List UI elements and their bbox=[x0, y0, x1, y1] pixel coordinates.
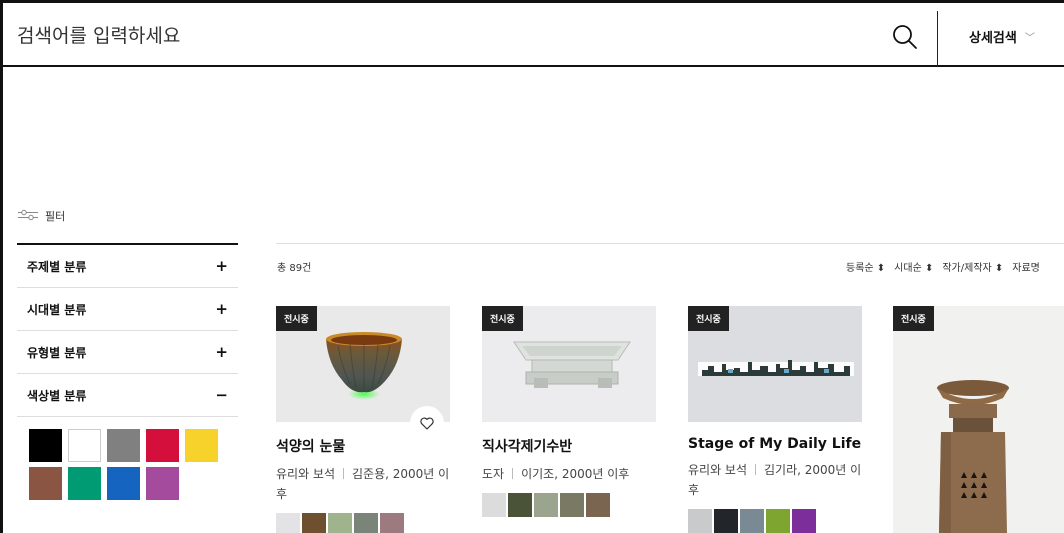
collapse-icon: − bbox=[215, 386, 228, 404]
artwork-color-chips bbox=[482, 493, 656, 517]
filter-sliders-icon bbox=[17, 209, 39, 224]
color-chip[interactable] bbox=[714, 509, 738, 533]
category-type[interactable]: 유형별 분류 + bbox=[17, 331, 238, 374]
filter-label: 필터 bbox=[45, 210, 66, 223]
on-display-badge: 전시중 bbox=[482, 306, 523, 331]
expand-icon: + bbox=[215, 343, 228, 361]
header-divider bbox=[937, 11, 938, 67]
results-divider bbox=[276, 243, 1064, 244]
artwork-title[interactable]: 직사각제기수반 bbox=[482, 436, 656, 456]
sort-options: 등록순 ⬍ 시대순 ⬍ 작가/제작자 ⬍ 자료명 bbox=[846, 259, 1040, 274]
artwork-meta: 유리와 보석 김준용, 2000년 이후 bbox=[276, 464, 450, 504]
category-subject[interactable]: 주제별 분류 + bbox=[17, 245, 238, 288]
sort-artist[interactable]: 작가/제작자 ⬍ bbox=[942, 259, 1003, 274]
color-chip[interactable] bbox=[276, 513, 300, 533]
artwork-card: 전시중 석양의 눈물 유리와 보석 김준용, 2000년 이후 bbox=[276, 306, 450, 533]
heart-icon[interactable] bbox=[410, 406, 444, 440]
filter-toggle[interactable]: 필터 bbox=[17, 208, 65, 224]
color-chip[interactable] bbox=[302, 513, 326, 533]
meta-divider bbox=[755, 464, 757, 475]
color-chip[interactable] bbox=[380, 513, 404, 533]
color-swatch[interactable] bbox=[29, 429, 62, 462]
color-swatch[interactable] bbox=[107, 467, 140, 500]
artwork-color-chips bbox=[688, 509, 862, 533]
artwork-image[interactable]: 전시중 bbox=[688, 306, 862, 422]
on-display-badge: 전시중 bbox=[893, 306, 934, 331]
sort-title[interactable]: 자료명 bbox=[1012, 259, 1040, 274]
color-swatch-grid bbox=[17, 417, 238, 500]
color-chip[interactable] bbox=[586, 493, 610, 517]
color-chip[interactable] bbox=[688, 509, 712, 533]
color-swatch[interactable] bbox=[68, 429, 101, 462]
artwork-image bbox=[937, 380, 1009, 533]
artwork-meta: 유리와 보석 김기라, 2000년 이후 bbox=[688, 460, 862, 500]
artwork-color-chips bbox=[276, 513, 450, 533]
color-swatch[interactable] bbox=[146, 429, 179, 462]
color-chip[interactable] bbox=[508, 493, 532, 517]
artwork-image[interactable]: 전시중 bbox=[482, 306, 656, 422]
meta-divider bbox=[512, 468, 514, 479]
color-swatch[interactable] bbox=[107, 429, 140, 462]
search-input[interactable] bbox=[17, 21, 867, 51]
color-chip[interactable] bbox=[560, 493, 584, 517]
category-sidebar: 주제별 분류 + 시대별 분류 + 유형별 분류 + 색상별 분류 − bbox=[17, 243, 238, 500]
color-swatch[interactable] bbox=[68, 467, 101, 500]
artwork-card[interactable]: 전시중 bbox=[893, 306, 1064, 533]
on-display-badge: 전시중 bbox=[276, 306, 317, 331]
color-swatch[interactable] bbox=[185, 429, 218, 462]
search-bar: 상세검색 ﹀ bbox=[3, 3, 1064, 67]
artwork-meta: 도자 이기조, 2000년 이후 bbox=[482, 464, 656, 484]
color-chip[interactable] bbox=[328, 513, 352, 533]
category-label: 시대별 분류 bbox=[27, 302, 87, 317]
artwork-card: 전시중 Stage of My Daily Life 유리와 보석 김기라, 20… bbox=[688, 306, 862, 533]
category-period[interactable]: 시대별 분류 + bbox=[17, 288, 238, 331]
color-chip[interactable] bbox=[792, 509, 816, 533]
detail-search-label: 상세검색 bbox=[969, 31, 1017, 46]
category-label: 색상별 분류 bbox=[27, 388, 87, 403]
color-chip[interactable] bbox=[534, 493, 558, 517]
category-label: 유형별 분류 bbox=[27, 345, 87, 360]
artwork-artist-period: 이기조, 2000년 이후 bbox=[521, 467, 630, 481]
category-color[interactable]: 색상별 분류 − bbox=[17, 374, 238, 417]
artwork-category: 유리와 보석 bbox=[688, 463, 748, 477]
color-chip[interactable] bbox=[740, 509, 764, 533]
expand-icon: + bbox=[215, 257, 228, 275]
color-chip[interactable] bbox=[766, 509, 790, 533]
artwork-card: 전시중 직사각제기수반 도자 이기조, 2000년 이후 bbox=[482, 306, 656, 517]
color-swatch[interactable] bbox=[146, 467, 179, 500]
color-chip[interactable] bbox=[482, 493, 506, 517]
artwork-title[interactable]: Stage of My Daily Life bbox=[688, 436, 862, 452]
search-icon[interactable] bbox=[891, 23, 919, 51]
meta-divider bbox=[343, 468, 345, 479]
color-chip[interactable] bbox=[354, 513, 378, 533]
artwork-image[interactable]: 전시중 bbox=[276, 306, 450, 422]
artwork-category: 유리와 보석 bbox=[276, 467, 336, 481]
chevron-down-icon: ﹀ bbox=[1024, 33, 1035, 44]
on-display-badge: 전시중 bbox=[688, 306, 729, 331]
detail-search-button[interactable]: 상세검색 ﹀ bbox=[969, 27, 1035, 46]
artwork-category: 도자 bbox=[482, 467, 505, 481]
color-swatch[interactable] bbox=[29, 467, 62, 500]
category-label: 주제별 분류 bbox=[27, 259, 87, 274]
sort-period[interactable]: 시대순 ⬍ bbox=[894, 259, 933, 274]
expand-icon: + bbox=[215, 300, 228, 318]
result-count: 총 89건 bbox=[277, 263, 312, 274]
sort-registration[interactable]: 등록순 ⬍ bbox=[846, 259, 885, 274]
